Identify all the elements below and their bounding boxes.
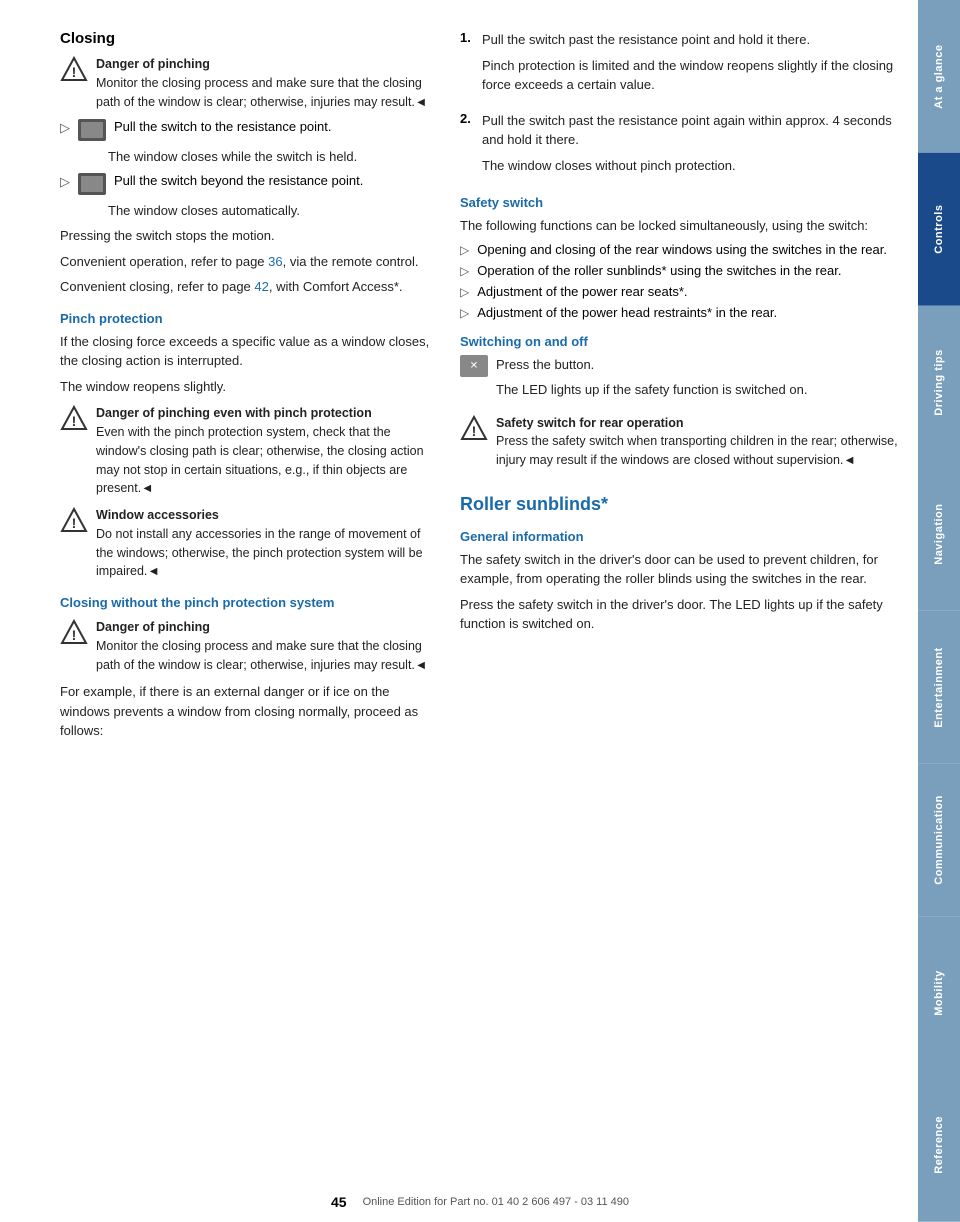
step1-row: ▷ Pull the switch to the resistance poin… <box>60 119 440 141</box>
bullet-arrow-3: ▷ <box>460 285 469 299</box>
bullet-2: ▷ Operation of the roller sunblinds* usi… <box>460 263 898 278</box>
warning-box-4: ! Danger of pinching Monitor the closing… <box>60 618 440 674</box>
switching-text: Press the button. The LED lights up if t… <box>496 355 807 406</box>
step2-num: 2. <box>460 111 474 182</box>
step2-text: Pull the switch beyond the resistance po… <box>114 173 363 188</box>
closing-title: Closing <box>60 30 440 47</box>
bullet-arrow-1: ▷ <box>460 243 469 257</box>
general-p1: The safety switch in the driver's door c… <box>460 550 898 589</box>
page-42-link[interactable]: 42 <box>254 279 268 294</box>
step1-text2: Pinch protection is limited and the wind… <box>482 56 898 95</box>
convenient1: Convenient operation, refer to page 36, … <box>60 252 440 272</box>
bullet-3: ▷ Adjustment of the power rear seats*. <box>460 284 898 299</box>
convenient2: Convenient closing, refer to page 42, wi… <box>60 277 440 297</box>
bullet-arrow-4: ▷ <box>460 306 469 320</box>
closing-no-pinch-title: Closing without the pinch protection sys… <box>60 595 440 610</box>
step1-content: Pull the switch past the resistance poin… <box>482 30 898 101</box>
sidebar-item-navigation[interactable]: Navigation <box>918 458 960 611</box>
bullet-4: ▷ Adjustment of the power head restraint… <box>460 305 898 320</box>
safety-p1: The following functions can be locked si… <box>460 216 898 236</box>
safety-switch-icon <box>460 355 488 377</box>
warning-text-2: Danger of pinching even with pinch prote… <box>96 404 440 498</box>
step2-text2: The window closes without pinch protecti… <box>482 156 898 176</box>
warning-box-3: ! Window accessories Do not install any … <box>60 506 440 581</box>
step2-text1: Pull the switch past the resistance poin… <box>482 111 898 150</box>
general-p2: Press the safety switch in the driver's … <box>460 595 898 634</box>
pinch-title: Pinch protection <box>60 311 440 326</box>
sidebar-item-controls[interactable]: Controls <box>918 153 960 306</box>
danger-icon-3: ! <box>60 507 88 535</box>
warning-box-5: ! Safety switch for rear operation Press… <box>460 414 898 470</box>
arrow-1: ▷ <box>60 120 70 136</box>
right-column: 1. Pull the switch past the resistance p… <box>460 30 898 1182</box>
switch-icon-1 <box>78 119 106 141</box>
danger-icon-1: ! <box>60 56 88 84</box>
sidebar-item-communication[interactable]: Communication <box>918 764 960 917</box>
warning-text-1: Danger of pinching Monitor the closing p… <box>96 55 440 111</box>
switching-title: Switching on and off <box>460 334 898 349</box>
page-footer: 45 Online Edition for Part no. 01 40 2 6… <box>0 1194 960 1210</box>
warning-box-1: ! Danger of pinching Monitor the closing… <box>60 55 440 111</box>
svg-text:!: ! <box>72 627 77 643</box>
warning-text-4: Danger of pinching Monitor the closing p… <box>96 618 440 674</box>
main-content: Closing ! Danger of pinching Monitor the… <box>0 0 918 1222</box>
switch-icon-2 <box>78 173 106 195</box>
switching-icon-row: Press the button. The LED lights up if t… <box>460 355 898 406</box>
danger-icon-4: ! <box>60 619 88 647</box>
external-danger-text: For example, if there is an external dan… <box>60 682 440 741</box>
danger-icon-5: ! <box>460 415 488 443</box>
pinch-p2: The window reopens slightly. <box>60 377 440 397</box>
step2-content: Pull the switch past the resistance poin… <box>482 111 898 182</box>
step1-text: Pull the switch to the resistance point. <box>114 119 332 134</box>
step2-sub: The window closes automatically. <box>108 201 440 221</box>
bullet-1: ▷ Opening and closing of the rear window… <box>460 242 898 257</box>
svg-text:!: ! <box>72 413 77 429</box>
roller-title: Roller sunblinds* <box>460 494 898 515</box>
step2-row: ▷ Pull the switch beyond the resistance … <box>60 173 440 195</box>
sidebar-item-entertainment[interactable]: Entertainment <box>918 611 960 764</box>
footer-text: Online Edition for Part no. 01 40 2 606 … <box>363 1196 629 1208</box>
safety-switch-title: Safety switch <box>460 195 898 210</box>
danger-icon-2: ! <box>60 405 88 433</box>
sidebar: At a glance Controls Driving tips Naviga… <box>918 0 960 1222</box>
step1-num: 1. <box>460 30 474 101</box>
right-step2: 2. Pull the switch past the resistance p… <box>460 111 898 182</box>
sidebar-item-mobility[interactable]: Mobility <box>918 917 960 1070</box>
bullet-arrow-2: ▷ <box>460 264 469 278</box>
pinch-p1: If the closing force exceeds a specific … <box>60 332 440 371</box>
warning-text-5: Safety switch for rear operation Press t… <box>496 414 898 470</box>
right-step1: 1. Pull the switch past the resistance p… <box>460 30 898 101</box>
svg-text:!: ! <box>72 64 77 80</box>
sidebar-item-at-a-glance[interactable]: At a glance <box>918 0 960 153</box>
warning-box-2: ! Danger of pinching even with pinch pro… <box>60 404 440 498</box>
step1-text1: Pull the switch past the resistance poin… <box>482 30 898 50</box>
left-column: Closing ! Danger of pinching Monitor the… <box>60 30 440 1182</box>
sidebar-item-driving-tips[interactable]: Driving tips <box>918 306 960 459</box>
warning-text-3: Window accessories Do not install any ac… <box>96 506 440 581</box>
page-36-link[interactable]: 36 <box>268 254 282 269</box>
arrow-2: ▷ <box>60 174 70 190</box>
svg-text:!: ! <box>472 423 477 439</box>
step1-sub: The window closes while the switch is he… <box>108 147 440 167</box>
pressing-text: Pressing the switch stops the motion. <box>60 226 440 246</box>
svg-text:!: ! <box>72 515 77 531</box>
page-container: Closing ! Danger of pinching Monitor the… <box>0 0 960 1222</box>
page-number: 45 <box>331 1194 347 1210</box>
general-info-title: General information <box>460 529 898 544</box>
